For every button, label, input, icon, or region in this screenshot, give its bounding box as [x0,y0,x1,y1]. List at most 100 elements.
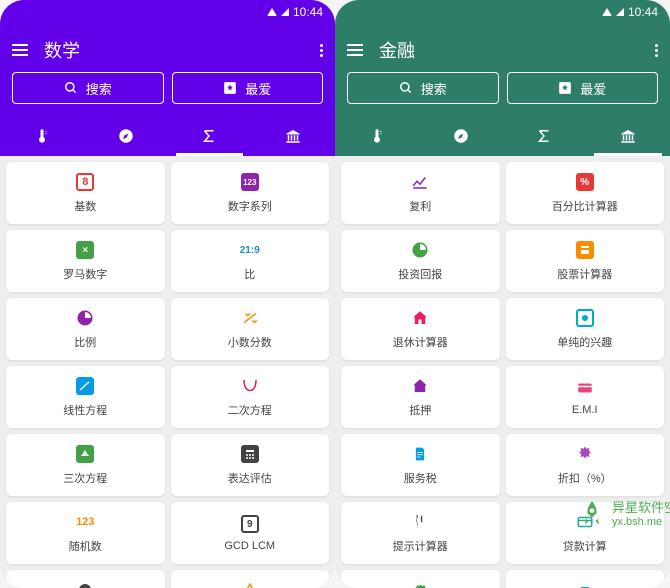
menu-icon[interactable] [12,44,28,56]
search-label: 搜索 [421,79,447,98]
num123o-icon: 123 [75,512,95,532]
card-item[interactable]: 抵押 [341,366,500,428]
more-icon[interactable] [655,44,658,57]
tab-sigma[interactable] [168,116,252,156]
header: 数学 搜索 最爱 [0,24,335,116]
card-label: 单纯的兴趣 [557,334,612,350]
card-item[interactable]: 数量 [171,570,330,588]
discount-icon [575,444,595,464]
card-label: 复利 [409,198,431,214]
card-item[interactable]: 提示计算器 [341,502,500,564]
card-label: 比 [244,266,255,282]
header: 金融 搜索 最爱 [335,24,670,116]
tabs [335,116,670,156]
search-button[interactable]: 搜索 [12,72,164,104]
tab-bank[interactable] [251,116,335,156]
search-icon [399,81,413,95]
tab-compass[interactable] [84,116,168,156]
favorite-button[interactable]: 最爱 [507,72,659,104]
header-container: 10:44 数学 搜索 最爱 [0,0,335,156]
card-item[interactable]: 股票计算器 [506,230,665,292]
thermo-icon [33,127,51,145]
fraction-icon [240,308,260,328]
tab-compass[interactable] [419,116,503,156]
bank-icon [284,127,302,145]
status-time: 10:44 [293,5,323,19]
card-item[interactable]: 三次方程 [6,434,165,496]
card-item[interactable]: 单纯的兴趣 [506,298,665,360]
sigma-icon [200,127,218,145]
pill-row: 搜索 最爱 [12,68,323,108]
card-item[interactable]: 退休计算器 [341,298,500,360]
tab-bank[interactable] [586,116,670,156]
favorite-label: 最爱 [580,79,606,98]
pill-row: 搜索 最爱 [347,68,658,108]
signal-icon [616,8,624,16]
card-item[interactable]: 折扣（%） [506,434,665,496]
card-label: 线性方程 [63,402,107,418]
card-item[interactable]: 区 [6,570,165,588]
chart-icon [410,172,430,192]
favorite-button[interactable]: 最爱 [172,72,324,104]
doc-icon [410,444,430,464]
pie-icon [410,240,430,260]
card-label: 百分比计算器 [552,198,618,214]
wifi-icon [267,8,277,16]
tab-thermo[interactable] [0,116,84,156]
card-label: 股票计算器 [557,266,612,282]
search-icon [64,81,78,95]
status-time: 10:44 [628,5,658,19]
menu-icon[interactable] [347,44,363,56]
card-item[interactable]: CAGR [341,570,500,588]
pie-icon [75,308,95,328]
card-item[interactable]: 复利 [341,162,500,224]
card-item[interactable]: 投资回报 [341,230,500,292]
status-bar: 10:44 [335,0,670,24]
card-item[interactable]: 线性方程 [6,366,165,428]
card-item[interactable]: 123 随机数 [6,502,165,564]
card-label: 比例 [74,334,96,350]
card-item[interactable]: 8基数 [6,162,165,224]
card-item[interactable]: ×罗马数字 [6,230,165,292]
card-item[interactable]: E.M.I [506,366,665,428]
card-item[interactable]: 服务税 [341,434,500,496]
card-grid-left: 8基数123数字系列×罗马数字21:9比比例小数分数线性方程二次方程三次方程表达… [0,156,335,588]
card-icon [575,378,595,398]
rocket-icon [578,499,606,527]
wifi-icon [602,8,612,16]
card-item[interactable]: 比例 [6,298,165,360]
header-top: 数学 [12,32,323,68]
card-label: 抵押 [409,402,431,418]
card-label: 随机数 [69,538,102,554]
card-label: 表达评估 [228,470,272,486]
compass-icon [117,127,135,145]
card-item[interactable]: 表达评估 [171,434,330,496]
card-item[interactable]: 小数分数 [171,298,330,360]
calc2-icon [575,240,595,260]
card-label: 贷款计算 [563,538,607,554]
card-label: 服务税 [404,470,437,486]
times-icon: × [75,240,95,260]
status-bar: 10:44 [0,0,335,24]
card-item[interactable]: 9GCD LCM [171,502,330,564]
bank-icon [619,127,637,145]
tab-thermo[interactable] [335,116,419,156]
card-item[interactable]: 二次方程 [171,366,330,428]
card-item[interactable]: 123数字系列 [171,162,330,224]
thermo-icon [368,127,386,145]
card-item[interactable]: 21:9比 [171,230,330,292]
star-icon [558,81,572,95]
header-container: 10:44 金融 搜索 最爱 [335,0,670,156]
sigma-icon [535,127,553,145]
compass-icon [452,127,470,145]
card-label: 数字系列 [228,198,272,214]
tab-sigma[interactable] [503,116,587,156]
more-icon[interactable] [320,44,323,57]
num8-icon: 8 [75,172,95,192]
card-item[interactable]: 汽车贷款 [506,570,665,588]
header-top: 金融 [347,32,658,68]
card-item[interactable]: %百分比计算器 [506,162,665,224]
page-title: 数学 [44,37,304,63]
card-label: 折扣（%） [558,470,612,486]
search-button[interactable]: 搜索 [347,72,499,104]
